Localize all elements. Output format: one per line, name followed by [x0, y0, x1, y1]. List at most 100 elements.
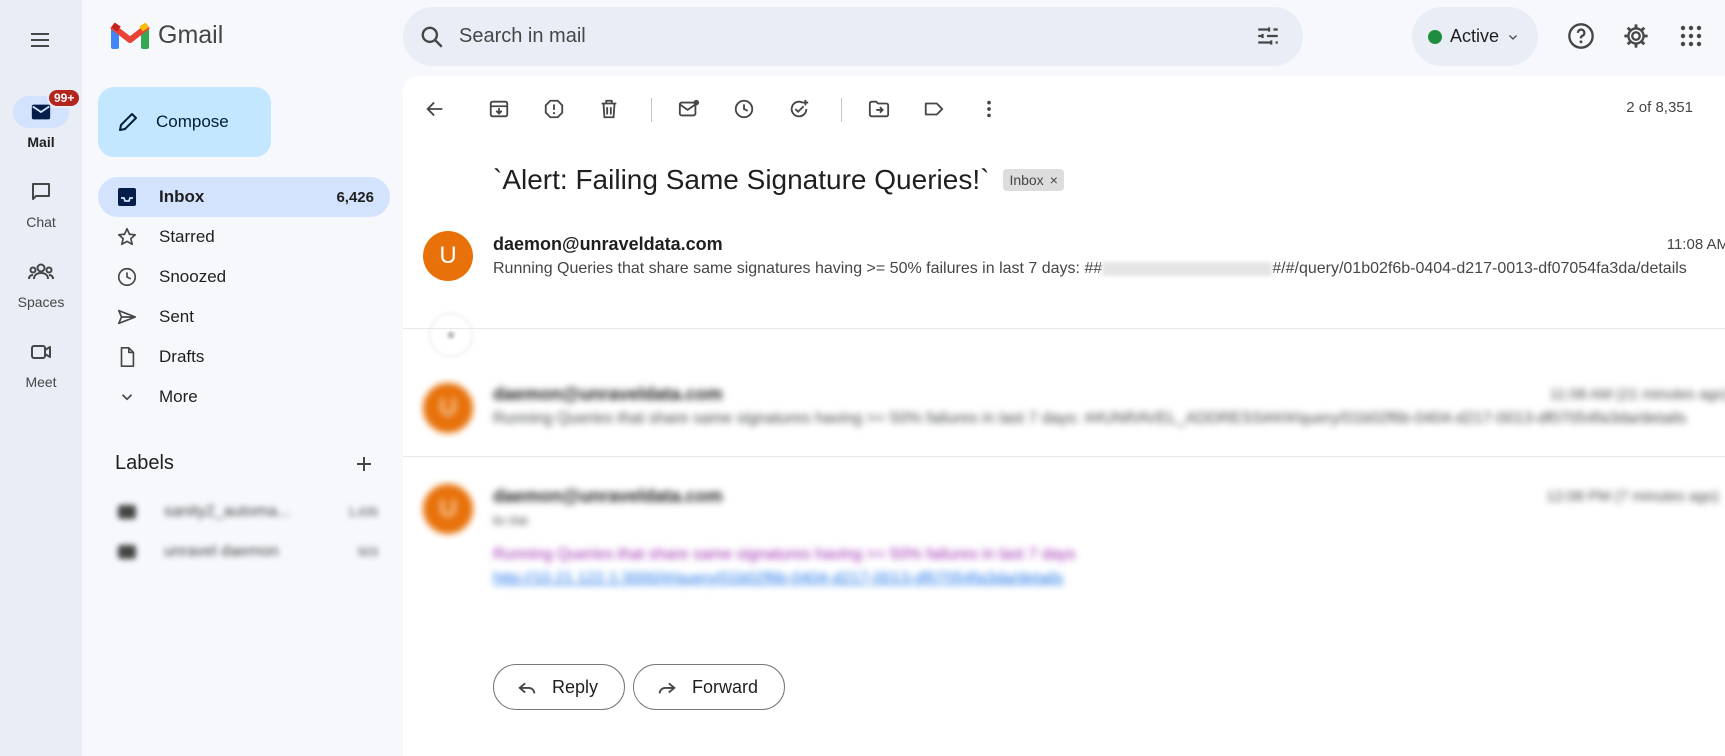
sender-email: daemon@unraveldata.com — [493, 384, 723, 404]
mail-nav: Gmail Compose Inbox 6,426 Starred Snooze… — [82, 0, 402, 756]
pagination-count: 2 of 8,351 — [1626, 99, 1693, 116]
inbox-count: 6,426 — [336, 188, 374, 206]
send-icon — [117, 309, 137, 325]
message-time: 11:08 AM — [1666, 236, 1725, 253]
gear-icon — [1624, 24, 1648, 48]
rail-item-label: Spaces — [17, 294, 65, 310]
unread-badge: 99+ — [47, 88, 82, 108]
back-button[interactable] — [421, 95, 449, 123]
thread-divider — [403, 456, 1725, 457]
search-icon[interactable] — [419, 24, 445, 50]
reply-label: Reply — [552, 676, 599, 697]
rail-item-meet[interactable]: Meet — [0, 336, 82, 390]
inbox-label-chip[interactable]: Inbox × — [1003, 169, 1064, 191]
apps-button[interactable] — [1676, 21, 1706, 51]
rail-item-label: Meet — [25, 374, 57, 390]
compose-button[interactable]: Compose — [98, 87, 271, 157]
archive-button[interactable] — [485, 95, 513, 123]
gmail-logo[interactable]: Gmail — [110, 20, 223, 50]
status-dot — [1428, 29, 1442, 44]
help-button[interactable] — [1566, 21, 1596, 51]
help-icon — [1568, 23, 1594, 49]
avatar: U — [423, 484, 473, 534]
chevron-down-icon — [121, 394, 133, 401]
nav-item-label: Sent — [159, 307, 194, 326]
archive-icon — [489, 100, 509, 118]
forward-icon — [658, 682, 676, 694]
mark-unread-button[interactable] — [675, 95, 703, 123]
label-icon — [118, 505, 136, 519]
nav-item-label: Snoozed — [159, 267, 227, 286]
nav-item-label: Drafts — [159, 347, 205, 366]
pencil-icon — [119, 113, 137, 131]
snippet-part: #/#/query/01b02f6b-0404-d217-0013-df0705… — [1272, 260, 1687, 277]
search-options-icon[interactable] — [1255, 23, 1281, 49]
report-spam-button[interactable] — [540, 95, 568, 123]
hamburger-icon — [31, 33, 49, 47]
spaces-icon — [28, 263, 54, 280]
delete-button[interactable] — [595, 95, 623, 123]
clock-icon — [117, 267, 137, 287]
label-chip-text: Inbox — [1009, 172, 1044, 188]
nav-item-inbox[interactable]: Inbox 6,426 — [98, 177, 390, 217]
compose-label: Compose — [156, 112, 229, 131]
rail-item-label: Mail — [27, 134, 55, 150]
nav-item-starred[interactable]: Starred — [98, 217, 390, 257]
label-icon — [924, 102, 944, 116]
forward-button[interactable]: Forward — [633, 664, 786, 710]
status-label: Active — [1450, 26, 1500, 46]
forward-label: Forward — [692, 676, 759, 697]
report-icon — [544, 99, 564, 119]
settings-button[interactable] — [1621, 21, 1651, 51]
label-item[interactable]: sanity2_automa... 1,435 — [118, 500, 378, 524]
trash-icon — [601, 99, 617, 119]
message-time: 12:08 PM (7 minutes ago) — [1546, 488, 1719, 505]
nav-item-label: Starred — [159, 227, 215, 246]
expand-collapsed-button[interactable] — [429, 313, 473, 357]
gmail-logo-icon — [110, 22, 150, 49]
message-body-text: Running Queries that share same signatur… — [493, 546, 1076, 563]
nav-item-sent[interactable]: Sent — [98, 297, 390, 337]
snooze-button[interactable] — [730, 95, 758, 123]
rail-item-label: Chat — [26, 214, 56, 230]
redacted-address — [1102, 261, 1273, 276]
recipient-line[interactable]: to me — [493, 512, 528, 528]
rail-item-spaces[interactable]: Spaces — [0, 256, 82, 310]
rail-item-chat[interactable]: Chat — [0, 176, 82, 230]
status-selector[interactable]: Active — [1412, 7, 1538, 66]
reply-button[interactable]: Reply — [493, 664, 626, 710]
app-rail: 99+ Mail Chat Spaces Meet — [0, 0, 82, 756]
add-to-tasks-button[interactable] — [785, 95, 813, 123]
create-label-button[interactable] — [352, 452, 376, 476]
add-task-icon — [790, 99, 809, 118]
nav-item-more[interactable]: More — [98, 377, 390, 417]
nav-item-drafts[interactable]: Drafts — [98, 337, 390, 377]
nav-item-snoozed[interactable]: Snoozed — [98, 257, 390, 297]
main-menu-button[interactable] — [22, 22, 58, 58]
search-input[interactable]: Search in mail — [459, 25, 586, 48]
remove-label-icon[interactable]: × — [1050, 172, 1058, 188]
rail-item-mail[interactable]: 99+ Mail — [0, 88, 82, 150]
sender-email: daemon@unraveldata.com — [493, 234, 723, 254]
label-count: 503 — [357, 545, 378, 559]
more-options-button[interactable] — [975, 95, 1003, 123]
avatar: U — [423, 231, 473, 281]
chevron-down-icon — [1509, 34, 1517, 40]
search-bar[interactable]: Search in mail — [403, 7, 1303, 66]
draft-icon — [120, 347, 135, 367]
label-item[interactable]: unravel daemon 503 — [118, 540, 378, 564]
meet-icon — [31, 345, 51, 359]
move-to-button[interactable] — [865, 95, 893, 123]
move-to-folder-icon — [868, 100, 890, 118]
inbox-icon — [118, 188, 136, 206]
message-time: 11:08 AM (21 minutes ago) — [1550, 386, 1725, 403]
message-body-link[interactable]: http://10.21.122.1:3000/#/query/01b02f6b… — [493, 570, 1063, 588]
mark-unread-icon — [678, 99, 700, 117]
labels-button[interactable] — [920, 95, 948, 123]
snippet-part: Running Queries that share same signatur… — [493, 260, 1103, 277]
avatar: U — [423, 383, 473, 433]
star-icon — [117, 227, 137, 246]
toolbar-divider — [841, 98, 842, 122]
message-snippet: Running Queries that share same signatur… — [493, 410, 1687, 427]
arrow-back-icon — [426, 101, 443, 117]
